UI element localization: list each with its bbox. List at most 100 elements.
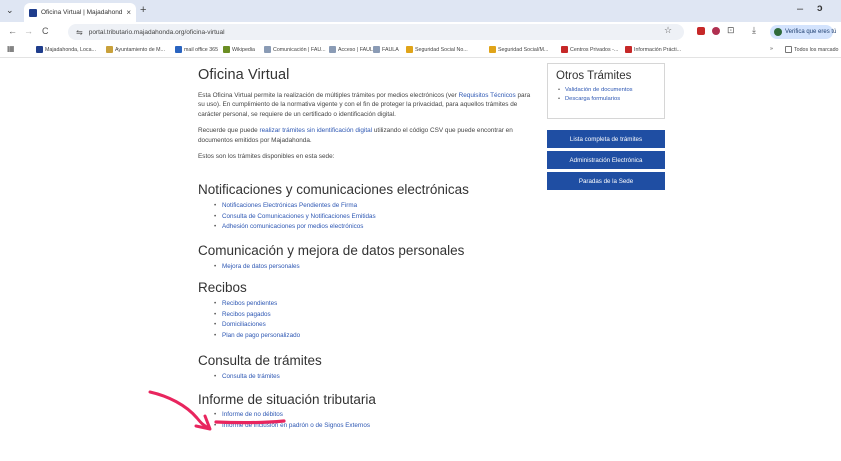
other-procedures-box: Otros Trámites Validación de documentos …	[547, 63, 665, 119]
bookmark-item[interactable]: Seguridad Social No...	[406, 46, 468, 53]
address-bar[interactable]: ⇋ portal.tributario.majadahonda.org/ofic…	[68, 24, 684, 40]
notifications-list: Notificaciones Electrónicas Pendientes d…	[212, 201, 376, 233]
bookmark-star-icon[interactable]: ☆	[664, 25, 672, 36]
forms-download-link[interactable]: Descarga formularios	[556, 95, 656, 104]
bookmark-favicon-icon	[175, 46, 182, 53]
bookmark-favicon-icon	[406, 46, 413, 53]
list-item[interactable]: Domiciliaciones	[212, 320, 300, 331]
restore-window-button[interactable]: ɔ	[817, 3, 823, 14]
bookmark-item[interactable]: Centros Privados -...	[561, 46, 618, 53]
extensions-puzzle-icon[interactable]: ⊡	[727, 25, 735, 36]
bookmark-label: Seguridad Social/M...	[498, 46, 549, 53]
no-digital-id-link[interactable]: realizar trámites sin identificación dig…	[259, 127, 372, 134]
tab-search-icon[interactable]: ⌄	[6, 5, 14, 16]
list-item[interactable]: Recibos pagados	[212, 310, 300, 321]
other-procedures-list: Validación de documentos Descarga formul…	[556, 86, 656, 103]
download-icon[interactable]: ⤓	[752, 25, 756, 36]
bookmark-favicon-icon	[36, 46, 43, 53]
technical-requirements-link[interactable]: Requisitos Técnicos	[459, 92, 516, 99]
bookmark-favicon-icon	[264, 46, 271, 53]
bookmark-item[interactable]: Wikipedia	[223, 46, 255, 53]
browser-tab-bar: ⌄ Oficina Virtual | Majadahonda × + – ɔ	[0, 0, 841, 22]
bookmark-favicon-icon	[489, 46, 496, 53]
bookmark-favicon-icon	[625, 46, 632, 53]
browser-tab[interactable]: Oficina Virtual | Majadahonda ×	[24, 3, 136, 22]
intro-paragraph: Esta Oficina Virtual permite la realizac…	[198, 91, 533, 119]
folder-icon	[785, 46, 792, 53]
profile-pill-label: Verifica que eres tú	[785, 29, 837, 35]
bookmark-label: mail office 365	[184, 46, 219, 53]
bookmark-label: Información Prácti...	[634, 46, 682, 53]
document-validation-link[interactable]: Validación de documentos	[556, 86, 656, 95]
bookmark-label: Seguridad Social No...	[415, 46, 468, 53]
bookmark-favicon-icon	[329, 46, 336, 53]
browser-toolbar: ← → C ⇋ portal.tributario.majadahonda.or…	[0, 22, 841, 43]
bookmark-item[interactable]: Seguridad Social/M...	[489, 46, 548, 53]
procedure-lookup-list: Consulta de trámites	[212, 372, 280, 383]
site-favicon-icon	[29, 8, 37, 17]
receipts-list: Recibos pendientes Recibos pagados Domic…	[212, 299, 300, 341]
all-bookmarks-folder[interactable]: Todos los marcado	[785, 46, 838, 53]
section-title-personal-data: Comunicación y mejora de datos personale…	[198, 243, 465, 258]
bookmark-favicon-icon	[106, 46, 113, 53]
tax-status-list: Informe de no débitos Informe de inclusi…	[212, 410, 370, 431]
bookmark-favicon-icon	[373, 46, 380, 53]
all-bookmarks-label: Todos los marcado	[794, 46, 839, 53]
padron-inclusion-report-link[interactable]: Informe de inclusión en padrón o de Sign…	[212, 421, 370, 432]
bookmark-item[interactable]: Comunicación | FAU...	[264, 46, 326, 53]
list-item[interactable]: Adhesión comunicaciones por medios elect…	[212, 222, 376, 233]
csv-paragraph: Recuerde que puede realizar trámites sin…	[198, 126, 533, 145]
back-arrow-icon[interactable]: ←	[8, 26, 17, 36]
bookmark-item[interactable]: Majadahonda, Loca...	[36, 46, 96, 53]
list-item[interactable]: Recibos pendientes	[212, 299, 300, 310]
page-title: Oficina Virtual	[198, 67, 290, 83]
bookmark-item[interactable]: FAULA	[373, 46, 399, 53]
reload-icon[interactable]: C	[42, 26, 49, 36]
csv-text: Recuerde que puede	[198, 127, 260, 135]
list-item[interactable]: Mejora de datos personales	[212, 262, 300, 273]
bookmark-label: Majadahonda, Loca...	[45, 46, 96, 53]
profile-avatar-icon	[774, 28, 782, 36]
minimize-window-button[interactable]: –	[797, 3, 803, 15]
bookmark-item[interactable]: Acceso | FAULA	[329, 46, 376, 53]
bookmark-label: Comunicación | FAU...	[273, 46, 326, 53]
list-item[interactable]: Notificaciones Electrónicas Pendientes d…	[212, 201, 376, 212]
url-text[interactable]: portal.tributario.majadahonda.org/oficin…	[89, 29, 225, 36]
apps-grid-icon[interactable]: ▦	[7, 44, 15, 53]
bookmark-item[interactable]: Información Prácti...	[625, 46, 681, 53]
bookmark-favicon-icon	[223, 46, 230, 53]
list-item[interactable]: Plan de pago personalizado	[212, 331, 300, 342]
site-stops-button[interactable]: Paradas de la Sede	[547, 172, 665, 190]
arrow-head	[194, 414, 212, 431]
tab-close-icon[interactable]: ×	[126, 8, 131, 17]
bookmark-favicon-icon	[561, 46, 568, 53]
section-title-notifications: Notificaciones y comunicaciones electrón…	[198, 182, 469, 197]
site-info-icon[interactable]: ⇋	[76, 28, 83, 37]
other-procedures-title: Otros Trámites	[556, 70, 632, 82]
section-title-procedure-lookup: Consulta de trámites	[198, 353, 322, 368]
profile-verify-button[interactable]: Verifica que eres tú	[770, 25, 837, 39]
bookmark-label: Ayuntamiento de M...	[115, 46, 165, 53]
intro-text: Esta Oficina Virtual permite la realizac…	[198, 92, 459, 99]
bookmark-item[interactable]: mail office 365	[175, 46, 218, 53]
bookmarks-bar: ▦ Majadahonda, Loca... Ayuntamiento de M.…	[0, 43, 841, 58]
bookmark-item[interactable]: Ayuntamiento de M...	[106, 46, 165, 53]
section-title-tax-status: Informe de situación tributaria	[198, 392, 376, 407]
more-bookmarks-icon[interactable]: »	[770, 46, 773, 52]
full-procedure-list-button[interactable]: Lista completa de trámites	[547, 130, 665, 148]
main-content: Oficina Virtual Esta Oficina Virtual per…	[198, 67, 533, 161]
available-procedures-text: Estos son los trámites disponibles en es…	[198, 153, 335, 161]
no-debts-report-link[interactable]: Informe de no débitos	[212, 410, 370, 421]
new-tab-button[interactable]: +	[140, 4, 146, 16]
forward-arrow-icon[interactable]: →	[24, 26, 33, 36]
electronic-administration-button[interactable]: Administración Electrónica	[547, 151, 665, 169]
personal-data-list: Mejora de datos personales	[212, 262, 300, 273]
bookmark-label: FAULA	[382, 46, 399, 53]
extension-icon[interactable]	[697, 27, 705, 35]
list-item[interactable]: Consulta de trámites	[212, 372, 280, 383]
extension-icon[interactable]	[712, 27, 720, 35]
tab-title: Oficina Virtual | Majadahonda	[41, 9, 123, 16]
list-item[interactable]: Consulta de Comunicaciones y Notificacio…	[212, 212, 376, 223]
section-title-receipts: Recibos	[198, 280, 247, 295]
bookmark-label: Centros Privados -...	[570, 46, 619, 53]
